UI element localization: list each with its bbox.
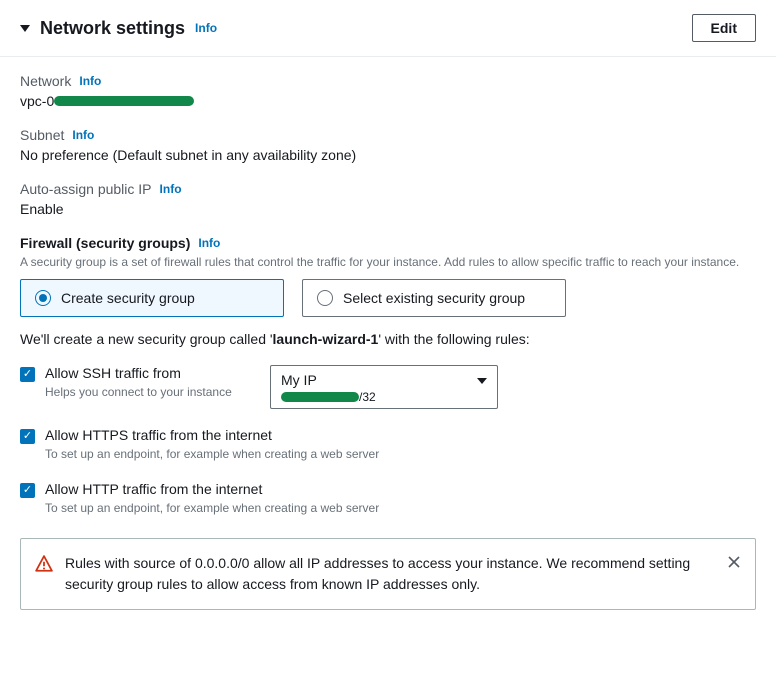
network-value: vpc-0	[20, 93, 194, 109]
network-info-link[interactable]: Info	[79, 74, 101, 88]
sg-desc-pre: We'll create a new security group called…	[20, 331, 273, 347]
ssh-label: Allow SSH traffic from	[45, 365, 260, 381]
header-info-link[interactable]: Info	[195, 21, 217, 35]
subnet-label: Subnet Info	[20, 127, 756, 143]
firewall-info-link[interactable]: Info	[198, 236, 220, 250]
panel-header-left: Network settings Info	[20, 18, 217, 39]
https-checkbox[interactable]: ✓	[20, 429, 35, 444]
alert-text: Rules with source of 0.0.0.0/0 allow all…	[65, 553, 715, 595]
warning-icon	[35, 555, 53, 573]
ssh-rule-row: ✓ Allow SSH traffic from Helps you conne…	[20, 365, 756, 409]
auto-ip-info-link[interactable]: Info	[160, 182, 182, 196]
https-content: Allow HTTPS traffic from the internet To…	[45, 427, 756, 463]
firewall-field: Firewall (security groups) Info A securi…	[20, 235, 756, 347]
https-helper: To set up an endpoint, for example when …	[45, 446, 756, 463]
panel-title: Network settings	[40, 18, 185, 39]
ssh-source-dropdown[interactable]: My IP /32	[270, 365, 498, 409]
firewall-helper: A security group is a set of firewall ru…	[20, 254, 756, 271]
panel-header: Network settings Info Edit	[0, 0, 776, 57]
ssh-helper: Helps you connect to your instance	[45, 384, 260, 401]
panel-body: Network Info vpc-0 Subnet Info No prefer…	[0, 57, 776, 630]
auto-ip-label: Auto-assign public IP Info	[20, 181, 756, 197]
https-label: Allow HTTPS traffic from the internet	[45, 427, 756, 443]
http-label: Allow HTTP traffic from the internet	[45, 481, 756, 497]
sg-desc-post: ' with the following rules:	[378, 331, 529, 347]
radio-selected-icon	[35, 290, 51, 306]
firewall-segmented: Create security group Select existing se…	[20, 279, 756, 317]
sg-description: We'll create a new security group called…	[20, 331, 756, 347]
chevron-down-icon	[477, 378, 487, 384]
ssh-checkbox[interactable]: ✓	[20, 367, 35, 382]
redacted-icon	[54, 96, 194, 106]
http-checkbox[interactable]: ✓	[20, 483, 35, 498]
close-icon[interactable]	[727, 555, 741, 569]
firewall-label-text: Firewall (security groups)	[20, 235, 190, 251]
ssh-dropdown-value: My IP	[281, 372, 487, 388]
edit-button[interactable]: Edit	[692, 14, 756, 42]
sg-desc-name: launch-wizard-1	[273, 331, 379, 347]
create-sg-label: Create security group	[61, 290, 195, 306]
checkmark-icon: ✓	[23, 369, 32, 380]
select-sg-label: Select existing security group	[343, 290, 525, 306]
network-label: Network Info	[20, 73, 756, 89]
subnet-value: No preference (Default subnet in any ava…	[20, 147, 756, 163]
subnet-field: Subnet Info No preference (Default subne…	[20, 127, 756, 163]
auto-ip-field: Auto-assign public IP Info Enable	[20, 181, 756, 217]
http-rule-row: ✓ Allow HTTP traffic from the internet T…	[20, 481, 756, 517]
subnet-info-link[interactable]: Info	[72, 128, 94, 142]
redacted-icon	[281, 392, 359, 402]
ssh-content: Allow SSH traffic from Helps you connect…	[45, 365, 260, 401]
http-helper: To set up an endpoint, for example when …	[45, 500, 756, 517]
collapse-caret-icon[interactable]	[20, 25, 30, 32]
create-sg-option[interactable]: Create security group	[20, 279, 284, 317]
warning-alert: Rules with source of 0.0.0.0/0 allow all…	[20, 538, 756, 610]
network-label-text: Network	[20, 73, 71, 89]
http-content: Allow HTTP traffic from the internet To …	[45, 481, 756, 517]
https-rule-row: ✓ Allow HTTPS traffic from the internet …	[20, 427, 756, 463]
auto-ip-value: Enable	[20, 201, 756, 217]
checkmark-icon: ✓	[23, 485, 32, 496]
network-field: Network Info vpc-0	[20, 73, 756, 109]
ssh-dropdown-ip: /32	[281, 390, 487, 404]
select-sg-option[interactable]: Select existing security group	[302, 279, 566, 317]
checkmark-icon: ✓	[23, 431, 32, 442]
auto-ip-label-text: Auto-assign public IP	[20, 181, 152, 197]
radio-unselected-icon	[317, 290, 333, 306]
ssh-ip-suffix: /32	[359, 390, 376, 404]
firewall-label: Firewall (security groups) Info	[20, 235, 756, 251]
network-value-prefix: vpc-0	[20, 93, 54, 109]
subnet-label-text: Subnet	[20, 127, 64, 143]
